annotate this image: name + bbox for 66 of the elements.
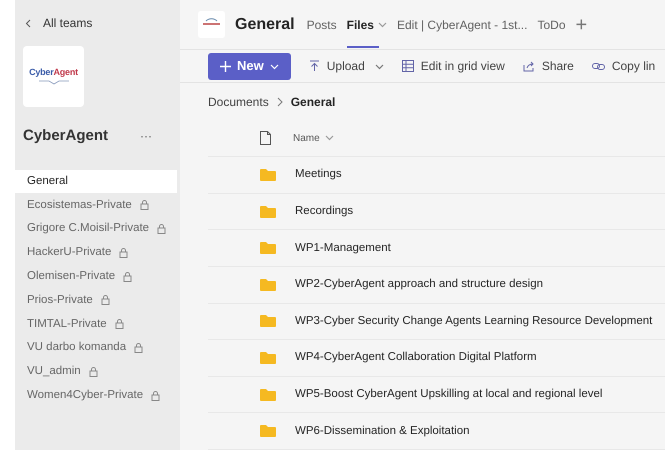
lock-icon (119, 248, 128, 258)
folder-name[interactable]: WP3-Cyber Security Change Agents Learning Resource Development (295, 312, 652, 330)
share-icon (522, 60, 535, 72)
folder-icon (260, 315, 276, 328)
folder-name[interactable]: Meetings (295, 166, 342, 184)
folder-name[interactable]: WP5-Boost CyberAgent Upskilling at local and regional level (295, 386, 602, 404)
link-button[interactable]: Copy lin (592, 57, 656, 76)
link-icon (592, 62, 605, 71)
folder-icon (260, 425, 276, 438)
share-button[interactable]: Share (522, 57, 574, 76)
folder-name[interactable]: WP2-CyberAgent approach and structure design (295, 276, 544, 294)
new-button[interactable]: New (208, 52, 291, 80)
caret-icon (374, 64, 384, 70)
folder-name[interactable]: WP6-Dissemination & Exploitation (295, 422, 470, 440)
grid-button[interactable]: Edit in grid view (402, 57, 505, 76)
tab[interactable]: ToDo (537, 0, 566, 50)
add-tab-button[interactable]: + (576, 14, 588, 34)
channel-title: General (235, 14, 295, 34)
channel-item[interactable]: Prios-Private (15, 288, 180, 312)
channel-item[interactable]: VU_admin (15, 360, 180, 384)
folder-name[interactable]: WP4-CyberAgent Collaboration Digital Platform (295, 349, 537, 367)
folder-name[interactable]: Recordings (295, 203, 354, 220)
tab[interactable]: Edit | CyberAgent - 1st... (396, 0, 528, 50)
lock-icon (157, 224, 166, 234)
folder-icon (260, 242, 276, 254)
caret-icon (270, 64, 279, 70)
plus-icon (220, 60, 231, 72)
folder-icon (260, 169, 276, 182)
grid-icon (402, 60, 414, 72)
breadcrumb-link[interactable]: Documents (208, 92, 269, 111)
lock-icon (88, 366, 98, 377)
channel-logo-icon (198, 11, 225, 38)
lock-icon (140, 200, 149, 210)
channel-item[interactable]: VU darbo komanda (15, 336, 180, 360)
lock-icon (114, 319, 124, 330)
caret-icon (378, 22, 387, 28)
lock-icon (151, 390, 160, 401)
tab[interactable]: Posts (306, 0, 337, 50)
channel-item[interactable]: TIMTAL-Private (15, 312, 180, 336)
breadcrumb-link[interactable]: General (290, 92, 336, 111)
team-name: CyberAgent (23, 126, 108, 146)
back-icon (25, 18, 31, 28)
chevron-icon (276, 96, 283, 107)
more-button[interactable]: ··· (140, 127, 152, 146)
channel-item[interactable]: HackerU-Private (15, 240, 180, 265)
lock-icon (123, 272, 132, 282)
column-header[interactable]: Name (293, 130, 334, 146)
upload-button[interactable]: Upload (308, 57, 384, 76)
upload-icon (308, 60, 320, 72)
folder-name[interactable]: WP1-Management (295, 240, 391, 257)
folder-icon (260, 278, 276, 291)
folder-icon (260, 388, 276, 401)
tab[interactable]: Files (346, 0, 387, 50)
folder-icon (260, 352, 276, 364)
channel-item[interactable]: Women4Cyber-Private (15, 384, 180, 408)
caret-icon (324, 135, 334, 142)
team-logo: CyberAgent (23, 46, 84, 107)
back-link[interactable]: All teams (15, 14, 180, 32)
channel-item[interactable]: Grigore C.Moisil-Private (15, 217, 180, 241)
channel-item[interactable]: Ecosistemas-Private (15, 193, 180, 218)
folder-icon (260, 206, 276, 218)
lock-icon (134, 342, 144, 353)
channel-item[interactable]: Olemisen-Private (15, 264, 180, 288)
channel-item[interactable]: General (15, 170, 177, 194)
file-type-icon (260, 131, 271, 146)
lock-icon (100, 295, 110, 306)
